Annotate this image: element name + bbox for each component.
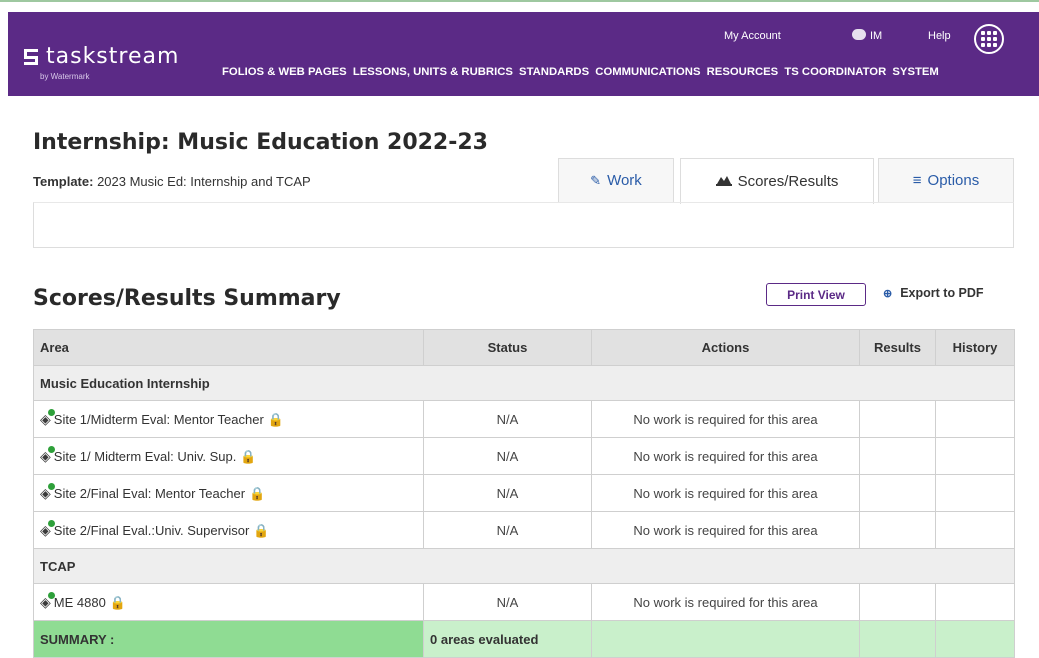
results-cell [859, 511, 936, 549]
area-cell: ◈ Site 1/Midterm Eval: Mentor Teacher 🔒 [33, 400, 424, 438]
tag-icon: ◈ [40, 591, 55, 611]
chat-icon[interactable] [852, 29, 866, 40]
nav-resources[interactable]: RESOURCES [707, 66, 779, 78]
area-link[interactable]: Site 1/ Midterm Eval: Univ. Sup. [54, 449, 237, 464]
lock-icon: 🔒 [253, 522, 270, 538]
main-nav: FOLIOS & WEB PAGES LESSONS, UNITS & RUBR… [222, 66, 1032, 78]
table-row: ◈ Site 2/Final Eval: Mentor Teacher 🔒 N/A … [33, 474, 1015, 512]
history-cell [935, 583, 1015, 621]
actions-cell: No work is required for this area [591, 511, 860, 549]
actions-cell: No work is required for this area [591, 474, 860, 512]
export-pdf-link[interactable]: ⊕ Export to PDF [883, 286, 984, 300]
group-name: TCAP [33, 548, 1015, 584]
group-row: Music Education Internship [33, 365, 1015, 401]
table-row: ◈ Site 1/Midterm Eval: Mentor Teacher 🔒 N/… [33, 400, 1015, 438]
status-cell: N/A [423, 511, 592, 549]
actions-cell: No work is required for this area [591, 583, 860, 621]
actions-cell: No work is required for this area [591, 400, 860, 438]
lock-icon: 🔒 [240, 448, 257, 464]
group-name: Music Education Internship [33, 365, 1015, 401]
status-cell: N/A [423, 437, 592, 475]
lock-icon: 🔒 [267, 411, 284, 427]
results-cell [859, 583, 936, 621]
area-cell: ◈ ME 4880 🔒 [33, 583, 424, 621]
column-header-area: Area [33, 329, 424, 366]
area-link[interactable]: Site 1/Midterm Eval: Mentor Teacher [54, 412, 264, 427]
history-cell [935, 437, 1015, 475]
group-row: TCAP [33, 548, 1015, 584]
menu-icon: ≡ [912, 172, 922, 189]
export-pdf-label: Export to PDF [900, 286, 984, 300]
summary-actions [591, 620, 860, 658]
results-cell [859, 437, 936, 475]
user-initials[interactable]: IM [870, 30, 882, 42]
area-cell: ◈ Site 1/ Midterm Eval: Univ. Sup. 🔒 [33, 437, 424, 475]
nav-standards[interactable]: STANDARDS [519, 66, 589, 78]
template-value: 2023 Music Ed: Internship and TCAP [97, 174, 311, 189]
tag-icon: ◈ [40, 482, 55, 502]
table-row: ◈ Site 2/Final Eval.:Univ. Supervisor 🔒 N/… [33, 511, 1015, 549]
column-header-actions: Actions [591, 329, 860, 366]
lock-icon: 🔒 [109, 594, 127, 610]
column-header-history: History [935, 329, 1015, 366]
summary-history [935, 620, 1015, 658]
summary-row: SUMMARY : 0 areas evaluated [33, 620, 1015, 658]
summary-status: 0 areas evaluated [423, 620, 592, 658]
print-view-button[interactable]: Print View [766, 283, 866, 306]
template-info: Template: 2023 Music Ed: Internship and … [33, 174, 311, 189]
tab-panel [33, 202, 1014, 248]
table-row: ◈ Site 1/ Midterm Eval: Univ. Sup. 🔒 N/A N… [33, 437, 1015, 475]
tab-scores-label: Scores/Results [737, 173, 839, 190]
taskstream-logo-icon [24, 48, 38, 65]
template-label: Template: [33, 174, 94, 189]
area-link[interactable]: Site 2/Final Eval: Mentor Teacher [54, 486, 245, 501]
tab-scores-results[interactable]: Scores/Results [680, 158, 874, 204]
tab-work[interactable]: ✎ Work [558, 158, 674, 202]
results-cell [859, 400, 936, 438]
summary-label: SUMMARY : [33, 620, 424, 658]
edit-icon: ✎ [590, 172, 602, 188]
table-header-row: Area Status Actions Results History [33, 329, 1015, 366]
apps-grid-icon[interactable] [974, 24, 1004, 54]
summary-results [859, 620, 936, 658]
help-link[interactable]: Help [928, 30, 951, 42]
logo-text: taskstream [46, 44, 180, 69]
chart-icon [715, 174, 732, 189]
results-cell [859, 474, 936, 512]
history-cell [935, 474, 1015, 512]
scores-table: Area Status Actions Results History Musi… [33, 329, 1015, 658]
status-cell: N/A [423, 583, 592, 621]
tab-work-label: Work [607, 172, 642, 189]
section-heading: Scores/Results Summary [33, 286, 341, 311]
info-circle-icon: ⊕ [883, 288, 893, 300]
tab-options[interactable]: ≡ Options [878, 158, 1014, 202]
area-cell: ◈ Site 2/Final Eval: Mentor Teacher 🔒 [33, 474, 424, 512]
logo-subtitle: by Watermark [40, 72, 90, 81]
area-link[interactable]: Site 2/Final Eval.:Univ. Supervisor [54, 523, 250, 538]
nav-system[interactable]: SYSTEM [892, 66, 938, 78]
status-cell: N/A [423, 400, 592, 438]
area-link[interactable]: ME 4880 [54, 595, 106, 610]
history-cell [935, 511, 1015, 549]
column-header-status: Status [423, 329, 592, 366]
nav-folios[interactable]: FOLIOS & WEB PAGES [222, 66, 347, 78]
nav-lessons[interactable]: LESSONS, UNITS & RUBRICS [353, 66, 513, 78]
top-border [0, 0, 1039, 12]
page-title: Internship: Music Education 2022-23 [33, 130, 488, 155]
taskstream-logo[interactable]: taskstream [24, 44, 179, 69]
nav-communications[interactable]: COMMUNICATIONS [595, 66, 700, 78]
tag-icon: ◈ [40, 445, 55, 465]
lock-icon: 🔒 [249, 485, 266, 501]
column-header-results: Results [859, 329, 936, 366]
tag-icon: ◈ [40, 519, 55, 539]
status-cell: N/A [423, 474, 592, 512]
actions-cell: No work is required for this area [591, 437, 860, 475]
area-cell: ◈ Site 2/Final Eval.:Univ. Supervisor 🔒 [33, 511, 424, 549]
history-cell [935, 400, 1015, 438]
my-account-link[interactable]: My Account [724, 30, 781, 42]
tag-icon: ◈ [40, 408, 55, 428]
table-row: ◈ ME 4880 🔒 N/A No work is required for th… [33, 583, 1015, 621]
tab-options-label: Options [927, 172, 980, 189]
nav-ts-coordinator[interactable]: TS COORDINATOR [784, 66, 886, 78]
